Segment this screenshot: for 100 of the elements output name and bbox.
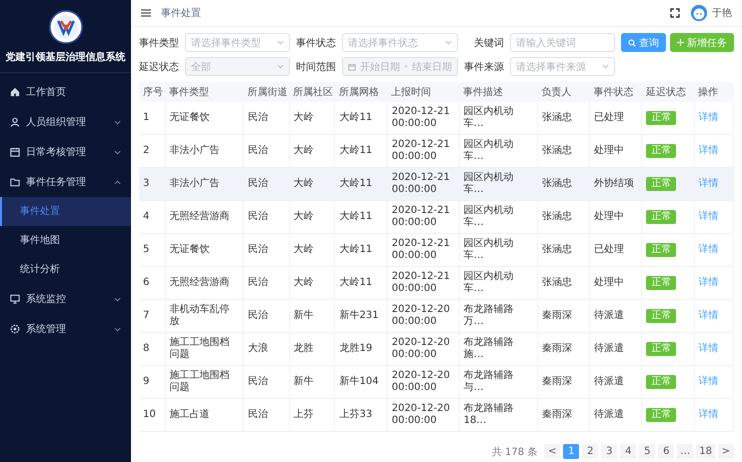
table-cell: 布龙路辅路18… xyxy=(459,398,538,432)
table-cell: 8 xyxy=(139,332,166,366)
table-cell: 张涵忠 xyxy=(537,168,590,200)
table-row[interactable]: 8 施工工地围档问题 大浪 龙胜 龙胜19 2020-12-20 00:00:00 布龙路辅路施… 秦雨深 待派遣 正常 详情 xyxy=(139,332,734,366)
table-cell: 施工工地围档问题 xyxy=(165,332,244,366)
table-row[interactable]: 7 非机动车乱停放 民治 新牛 新牛231 2020-12-20 00:00:00 布龙路辅路万… 秦雨深 待派遣 正常 详情 xyxy=(139,300,734,332)
table-cell: 新牛104 xyxy=(334,366,388,398)
table-cell: 秦雨深 xyxy=(537,332,590,366)
table-cell: 大岭11 xyxy=(334,200,388,234)
table-row[interactable]: 3 非法小广告 民治 大岭 大岭11 2020-12-21 00:00:00 园区内机动车… 张涵忠 外协结项 正常 详情 xyxy=(139,168,734,200)
chevron-down-icon xyxy=(114,150,121,154)
submenu-item[interactable]: 统计分析 xyxy=(0,255,131,284)
table-cell: 上芬 xyxy=(289,398,335,432)
table-cell: 9 xyxy=(139,366,166,398)
table-cell: 处理中 xyxy=(590,266,642,300)
table-cell: 2020-12-21 00:00:00 xyxy=(387,200,460,234)
filter-label: 事件类型 xyxy=(139,36,179,50)
avatar-icon[interactable] xyxy=(690,4,708,22)
menu-item[interactable]: 系统管理 xyxy=(0,314,131,344)
chevron-down-icon xyxy=(277,40,284,45)
status-tag: 正常 xyxy=(646,408,676,422)
table-cell: 2020-12-21 00:00:00 xyxy=(387,168,460,200)
table-cell: 10 xyxy=(139,398,166,432)
table-cell: 2020-12-20 00:00:00 xyxy=(387,300,460,332)
search-icon xyxy=(628,38,636,46)
breadcrumb[interactable]: 事件处置 xyxy=(161,6,201,20)
table-cell: 民治 xyxy=(244,366,290,398)
column-header: 事件类型 xyxy=(165,82,244,102)
fullscreen-icon[interactable] xyxy=(670,8,680,18)
column-header: 上报时间 xyxy=(387,82,460,102)
table-cell: 非机动车乱停放 xyxy=(165,300,244,332)
column-header: 事件描述 xyxy=(459,82,538,102)
table-cell: 新牛231 xyxy=(334,300,388,332)
menu-item[interactable]: 工作首页 xyxy=(0,77,131,107)
table-row[interactable]: 6 无照经营游商 民治 大岭 大岭11 2020-12-21 00:00:00 园区内机动车… 张涵忠 处理中 正常 详情 xyxy=(139,266,734,300)
table-cell: 张涵忠 xyxy=(537,102,590,134)
menu-icon[interactable] xyxy=(141,9,151,17)
table-cell: 秦雨深 xyxy=(537,300,590,332)
table-cell: 大岭11 xyxy=(334,102,388,134)
table-cell: 处理中 xyxy=(590,200,642,234)
table-row[interactable]: 9 施工工地围档问题 民治 新牛 新牛104 2020-12-20 00:00:00 布龙路辅路与… 秦雨深 待派遣 正常 详情 xyxy=(139,366,734,398)
previous-page-button[interactable]: < xyxy=(544,444,560,459)
table-cell: 待派遣 xyxy=(590,398,642,432)
page-button[interactable]: 3 xyxy=(601,444,618,459)
page-button[interactable]: 6 xyxy=(658,444,674,459)
page-button[interactable]: 2 xyxy=(582,444,598,459)
menu-item[interactable]: 日常考核管理 xyxy=(0,137,131,167)
filter-label: 事件来源 xyxy=(464,60,504,74)
system-title: 党建引领基层治理信息系统 xyxy=(6,50,126,64)
table-cell: 1 xyxy=(139,102,166,134)
table-cell: 布龙路辅路万… xyxy=(459,300,538,332)
table-cell: 3 xyxy=(139,168,166,200)
table-cell: 布龙路辅路与… xyxy=(459,366,538,398)
page-button[interactable]: 18 xyxy=(696,444,715,459)
table-cell: 已处理 xyxy=(590,234,642,266)
table-cell: 龙胜 xyxy=(289,332,335,366)
table-cell: 外协结项 xyxy=(590,168,642,200)
table-cell: 新牛 xyxy=(289,366,335,398)
status-tag: 正常 xyxy=(646,342,676,356)
next-page-button[interactable]: > xyxy=(718,444,734,459)
table-cell: 大岭11 xyxy=(334,266,388,300)
table-row[interactable]: 5 无证餐饮 民治 大岭 大岭11 2020-12-21 00:00:00 园区内机动车… 张涵忠 已处理 正常 详情 xyxy=(139,234,734,266)
menu-item[interactable]: 事件任务管理 xyxy=(0,167,131,197)
column-header: 操作 xyxy=(694,82,734,102)
table-row[interactable]: 10 施工占道 民治 上芬 上芬33 2020-12-20 00:00:00 布龙路辅路18… 秦雨深 待派遣 正常 详情 xyxy=(139,398,734,432)
page-button[interactable]: 5 xyxy=(639,444,656,459)
status-tag: 正常 xyxy=(646,210,676,224)
table-cell: 待派遣 xyxy=(590,300,642,332)
table-cell: 大岭11 xyxy=(334,168,388,200)
user-icon xyxy=(10,117,20,127)
table-cell: 2020-12-20 00:00:00 xyxy=(387,398,460,432)
total-count: 共 178 条 xyxy=(492,446,538,458)
table-cell: 园区内机动车… xyxy=(459,200,538,234)
table-cell: 民治 xyxy=(244,200,290,234)
table-cell: 已处理 xyxy=(590,102,642,134)
table-cell: 秦雨深 xyxy=(537,398,590,432)
table-cell: 大岭 xyxy=(289,102,335,134)
submenu-item[interactable]: 事件地图 xyxy=(0,226,131,255)
chevron-down-icon xyxy=(114,326,121,332)
table-cell: 2020-12-20 00:00:00 xyxy=(387,332,460,366)
table-cell: 无证餐饮 xyxy=(165,234,244,266)
user-name: 于艳 xyxy=(712,7,732,20)
chevron-down-icon xyxy=(114,120,121,124)
status-tag: 正常 xyxy=(646,276,676,290)
status-tag: 正常 xyxy=(646,243,676,257)
table-cell: 园区内机动车… xyxy=(459,266,538,300)
chevron-down-icon xyxy=(114,296,121,302)
page-button[interactable]: 4 xyxy=(620,444,636,459)
table-row[interactable]: 1 无证餐饮 民治 大岭 大岭11 2020-12-21 00:00:00 园区内机动车… 张涵忠 已处理 正常 详情 xyxy=(139,102,734,134)
menu-item[interactable]: 人员组织管理 xyxy=(0,107,131,137)
status-tag: 正常 xyxy=(646,309,676,323)
table-cell: 无照经营游商 xyxy=(165,200,244,234)
chevron-down-icon xyxy=(444,40,452,45)
table-row[interactable]: 4 无照经营游商 民治 大岭 大岭11 2020-12-21 00:00:00 园区内机动车… 张涵忠 处理中 正常 详情 xyxy=(139,200,734,234)
page-button[interactable]: … xyxy=(677,444,694,459)
table-cell: 7 xyxy=(139,300,166,332)
submenu-item[interactable]: 事件处置 xyxy=(0,197,131,226)
menu-item[interactable]: 系统监控 xyxy=(0,284,131,314)
table-cell: 民治 xyxy=(244,102,290,134)
table-cell: 2020-12-20 00:00:00 xyxy=(387,366,460,398)
